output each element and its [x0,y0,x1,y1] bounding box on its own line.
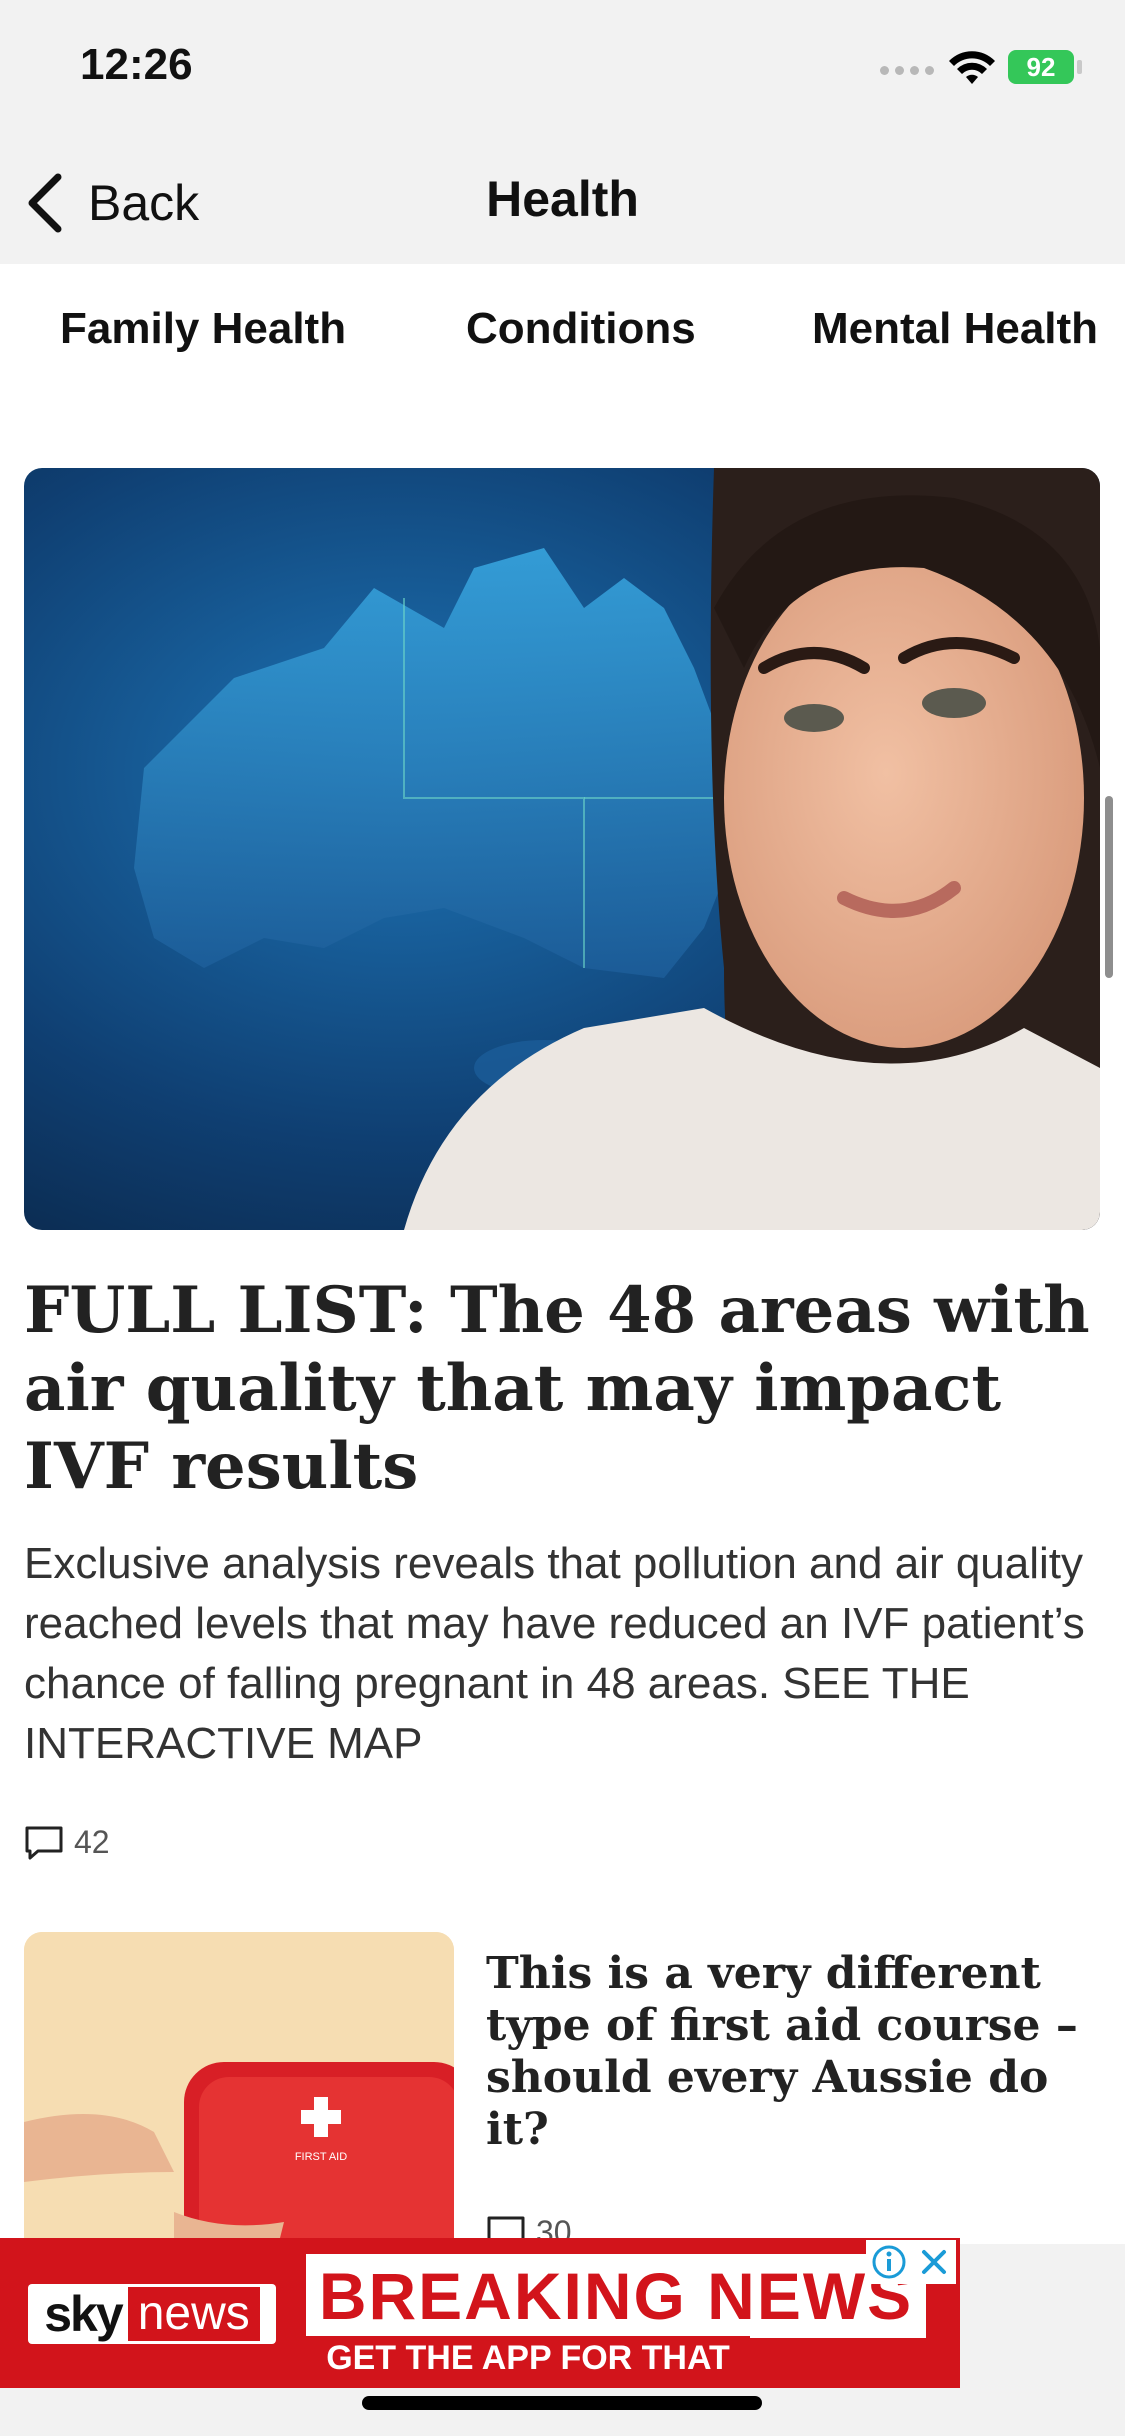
feature-comments[interactable]: 42 [24,1824,110,1861]
kit-label: FIRST AID [295,2151,347,2163]
battery-icon: 92 [1008,50,1074,84]
ad-subline: GET THE APP FOR THAT [306,2336,750,2380]
home-indicator[interactable] [362,2396,762,2410]
status-time: 12:26 [80,40,193,89]
feature-summary: Exclusive analysis reveals that pollutio… [24,1539,1085,1768]
navigation-bar: Back Health [0,140,1125,264]
ad-info-icon[interactable] [871,2244,907,2280]
ad-controls [866,2240,956,2284]
logo-news: news [127,2287,260,2341]
status-bar: 12:26 92 [0,0,1125,140]
cellular-signal-icon [880,66,934,76]
wifi-icon [949,51,995,84]
comment-icon [25,1826,63,1859]
first-aid-kit-image: FIRST AID [24,1932,454,2244]
comment-count: 42 [74,1824,110,1860]
story-thumbnail[interactable]: FIRST AID [24,1932,454,2244]
ad-close-icon[interactable] [916,2244,952,2280]
tab-family-health[interactable]: Family Health [60,304,346,354]
ad-headline: BREAKING NEWS [318,2259,914,2333]
ad-headline-box: BREAKING NEWS [306,2254,926,2338]
feature-image-art [24,468,1100,1230]
ad-banner[interactable]: sky news BREAKING NEWS GET THE APP FOR T… [0,2238,960,2388]
tab-conditions[interactable]: Conditions [466,304,696,354]
feature-headline[interactable]: FULL LIST: The 48 areas with air quality… [24,1272,1100,1506]
page-title: Health [486,171,639,227]
tab-mental-health[interactable]: Mental Health [812,304,1098,354]
feature-image[interactable] [24,468,1100,1230]
story-headline[interactable]: This is a very different type of first a… [486,1948,1106,2156]
battery-tip [1077,60,1082,74]
scrollbar[interactable] [1105,796,1113,978]
section-tabs: Family Health Conditions Mental Health [0,264,1125,404]
article-feed: FULL LIST: The 48 areas with air quality… [0,404,1125,2244]
sky-news-logo: sky news [28,2284,276,2344]
logo-sky: sky [44,2286,123,2342]
